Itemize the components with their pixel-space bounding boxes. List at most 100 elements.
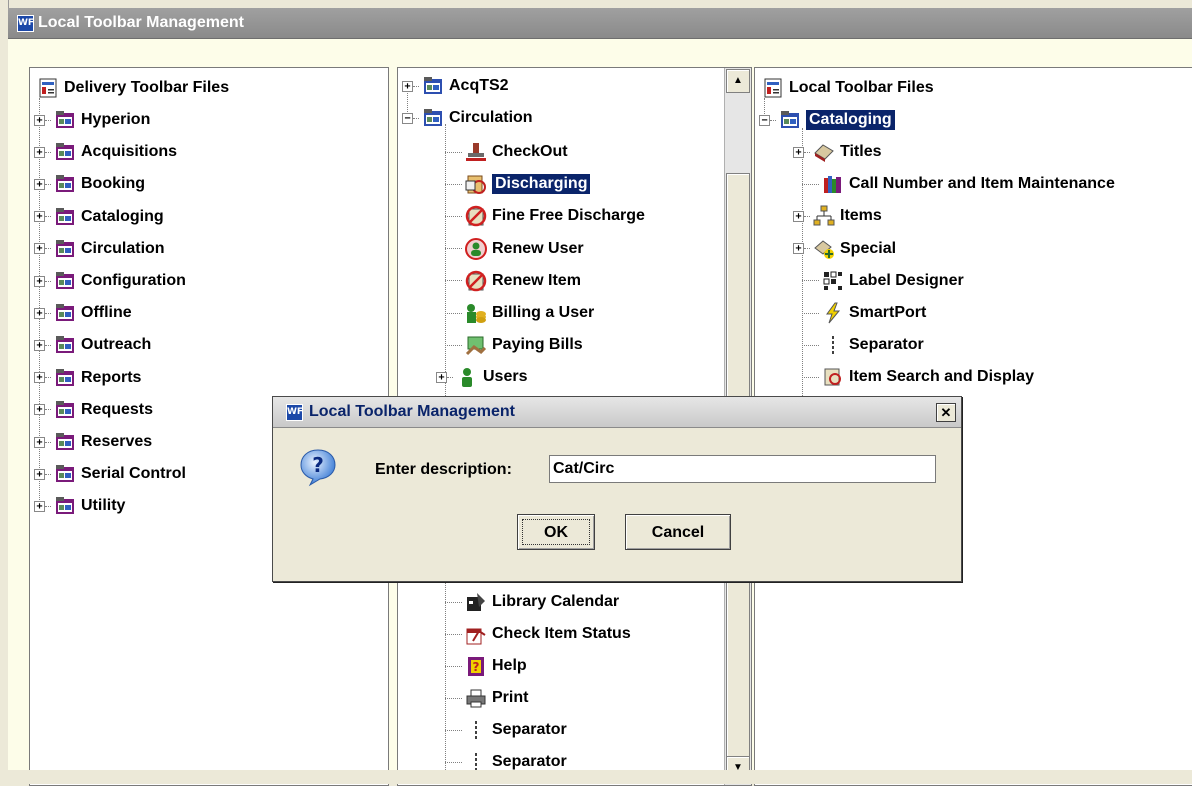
tree-item[interactable]: + Users (436, 363, 527, 391)
tree-connector (445, 601, 462, 603)
tree-item[interactable]: Label Designer (802, 267, 964, 295)
bill-icon (465, 302, 487, 324)
enter-description-dialog: WF Local Toolbar Management ✕ ? Enter de… (272, 396, 962, 582)
expand-toggle-icon[interactable]: − (402, 112, 413, 124)
expand-toggle-icon[interactable]: + (436, 371, 447, 383)
sep-icon (822, 334, 844, 356)
tree-item[interactable]: + Hyperion (34, 106, 150, 134)
tree-node-label: Outreach (81, 336, 152, 354)
tree-item[interactable]: + Cataloging (34, 203, 164, 231)
tree-node-label: Offline (81, 304, 132, 322)
tree-connector (445, 761, 462, 763)
tree-item[interactable]: + Booking (34, 170, 145, 198)
tree-node-label: Fine Free Discharge (492, 207, 645, 225)
tree-item[interactable]: CheckOut (445, 138, 568, 166)
toolbar-folder-icon (54, 173, 76, 195)
expand-toggle-icon[interactable]: + (34, 211, 45, 223)
tree-root-local[interactable]: Local Toolbar Files (759, 74, 934, 102)
tree-node-label: Utility (81, 497, 126, 515)
tree-connector (45, 505, 51, 507)
tree-connector (802, 183, 819, 185)
tree-node-label: Library Calendar (492, 593, 620, 610)
expand-toggle-icon[interactable]: + (34, 275, 45, 287)
tree-item[interactable]: + Outreach (34, 331, 151, 359)
tree-item[interactable]: − Circulation (402, 104, 533, 132)
toolbar-folder-icon (54, 206, 76, 228)
expand-toggle-icon[interactable]: + (793, 210, 804, 222)
toolbar-folder-icon (54, 399, 76, 421)
tree-item[interactable]: Renew User (445, 235, 584, 263)
expand-toggle-icon[interactable]: + (34, 404, 45, 416)
dialog-titlebar[interactable]: WF Local Toolbar Management ✕ (273, 397, 961, 428)
ok-button[interactable]: OK (517, 514, 595, 550)
expand-toggle-icon[interactable]: + (402, 80, 413, 92)
expand-toggle-icon[interactable]: + (793, 243, 804, 255)
tree-item[interactable]: Item Search and Display (802, 363, 1034, 391)
tree-item[interactable]: + Utility (34, 492, 125, 520)
tree-node-label: Check Item Status (492, 625, 631, 642)
expand-toggle-icon[interactable]: + (34, 339, 45, 351)
scroll-up-button[interactable]: ▲ (726, 69, 750, 93)
tree-connector (45, 344, 51, 346)
tree-item[interactable]: + Reserves (34, 428, 152, 456)
status-icon (465, 623, 487, 645)
tree-connector (445, 248, 462, 250)
expand-toggle-icon[interactable]: + (34, 243, 45, 255)
tree-node-label: Discharging (492, 174, 591, 195)
expand-toggle-icon[interactable]: − (759, 114, 770, 126)
tree-item[interactable]: + AcqTS2 (402, 72, 509, 100)
expand-toggle-icon[interactable]: + (793, 146, 804, 158)
tree-item[interactable]: Separator (445, 716, 567, 744)
tree-node-label: Renew User (492, 239, 584, 257)
tree-item[interactable]: + Special (793, 235, 896, 263)
tree-connector (445, 697, 462, 699)
tree-item[interactable]: + Titles (793, 138, 882, 166)
tree-item[interactable]: Separator (802, 331, 924, 359)
tree-item[interactable]: Billing a User (445, 299, 594, 327)
expand-toggle-icon[interactable]: + (34, 372, 45, 384)
tree-item[interactable]: Paying Bills (445, 331, 583, 359)
tree-item[interactable]: + Circulation (34, 235, 165, 263)
tree-item[interactable]: + Items (793, 202, 882, 230)
tree-item-cataloging[interactable]: − Cataloging (759, 106, 895, 134)
tree-node-label: AcqTS2 (449, 77, 509, 94)
expand-toggle-icon[interactable]: + (34, 436, 45, 448)
tree-item[interactable]: + Serial Control (34, 460, 186, 488)
tree-item[interactable]: Check Item Status (445, 620, 631, 648)
close-button[interactable]: ✕ (936, 403, 956, 422)
tree-connector (445, 312, 462, 314)
window-title: Local Toolbar Management (38, 14, 244, 31)
expand-toggle-icon[interactable]: + (34, 307, 45, 319)
tree-item[interactable]: + Configuration (34, 267, 186, 295)
tree-item[interactable]: Print (445, 684, 528, 712)
tree-node-label: Label Designer (849, 271, 964, 289)
tree-item[interactable]: Discharging (445, 170, 591, 198)
tree-node-label: Items (840, 207, 882, 225)
tree-connector (445, 215, 462, 217)
expand-toggle-icon[interactable]: + (34, 178, 45, 190)
tree-root-delivery[interactable]: Delivery Toolbar Files (34, 74, 229, 102)
expand-toggle-icon[interactable]: + (34, 114, 45, 126)
tree-item[interactable]: Call Number and Item Maintenance (802, 170, 1115, 198)
tree-item[interactable]: Renew Item (445, 267, 581, 295)
tree-node-label: Print (492, 689, 529, 706)
expand-toggle-icon[interactable]: + (34, 468, 45, 480)
tree-item[interactable]: ? Help (445, 652, 527, 680)
tree-item[interactable]: Library Calendar (445, 588, 619, 616)
cancel-button[interactable]: Cancel (625, 514, 731, 550)
toolbar-folder-icon (422, 107, 444, 129)
local-files-icon (762, 77, 784, 99)
pay-icon (465, 334, 487, 356)
tree-node-label: Delivery Toolbar Files (64, 79, 230, 96)
tree-connector (445, 151, 462, 153)
tree-item[interactable]: SmartPort (802, 299, 926, 327)
tree-connector (445, 633, 462, 635)
tree-item[interactable]: + Acquisitions (34, 138, 177, 166)
description-input[interactable] (549, 455, 936, 483)
tree-item[interactable]: + Requests (34, 396, 153, 424)
tree-item[interactable]: + Reports (34, 364, 141, 392)
tree-item[interactable]: Fine Free Discharge (445, 202, 645, 230)
expand-toggle-icon[interactable]: + (34, 500, 45, 512)
expand-toggle-icon[interactable]: + (34, 146, 45, 158)
tree-item[interactable]: + Offline (34, 299, 132, 327)
